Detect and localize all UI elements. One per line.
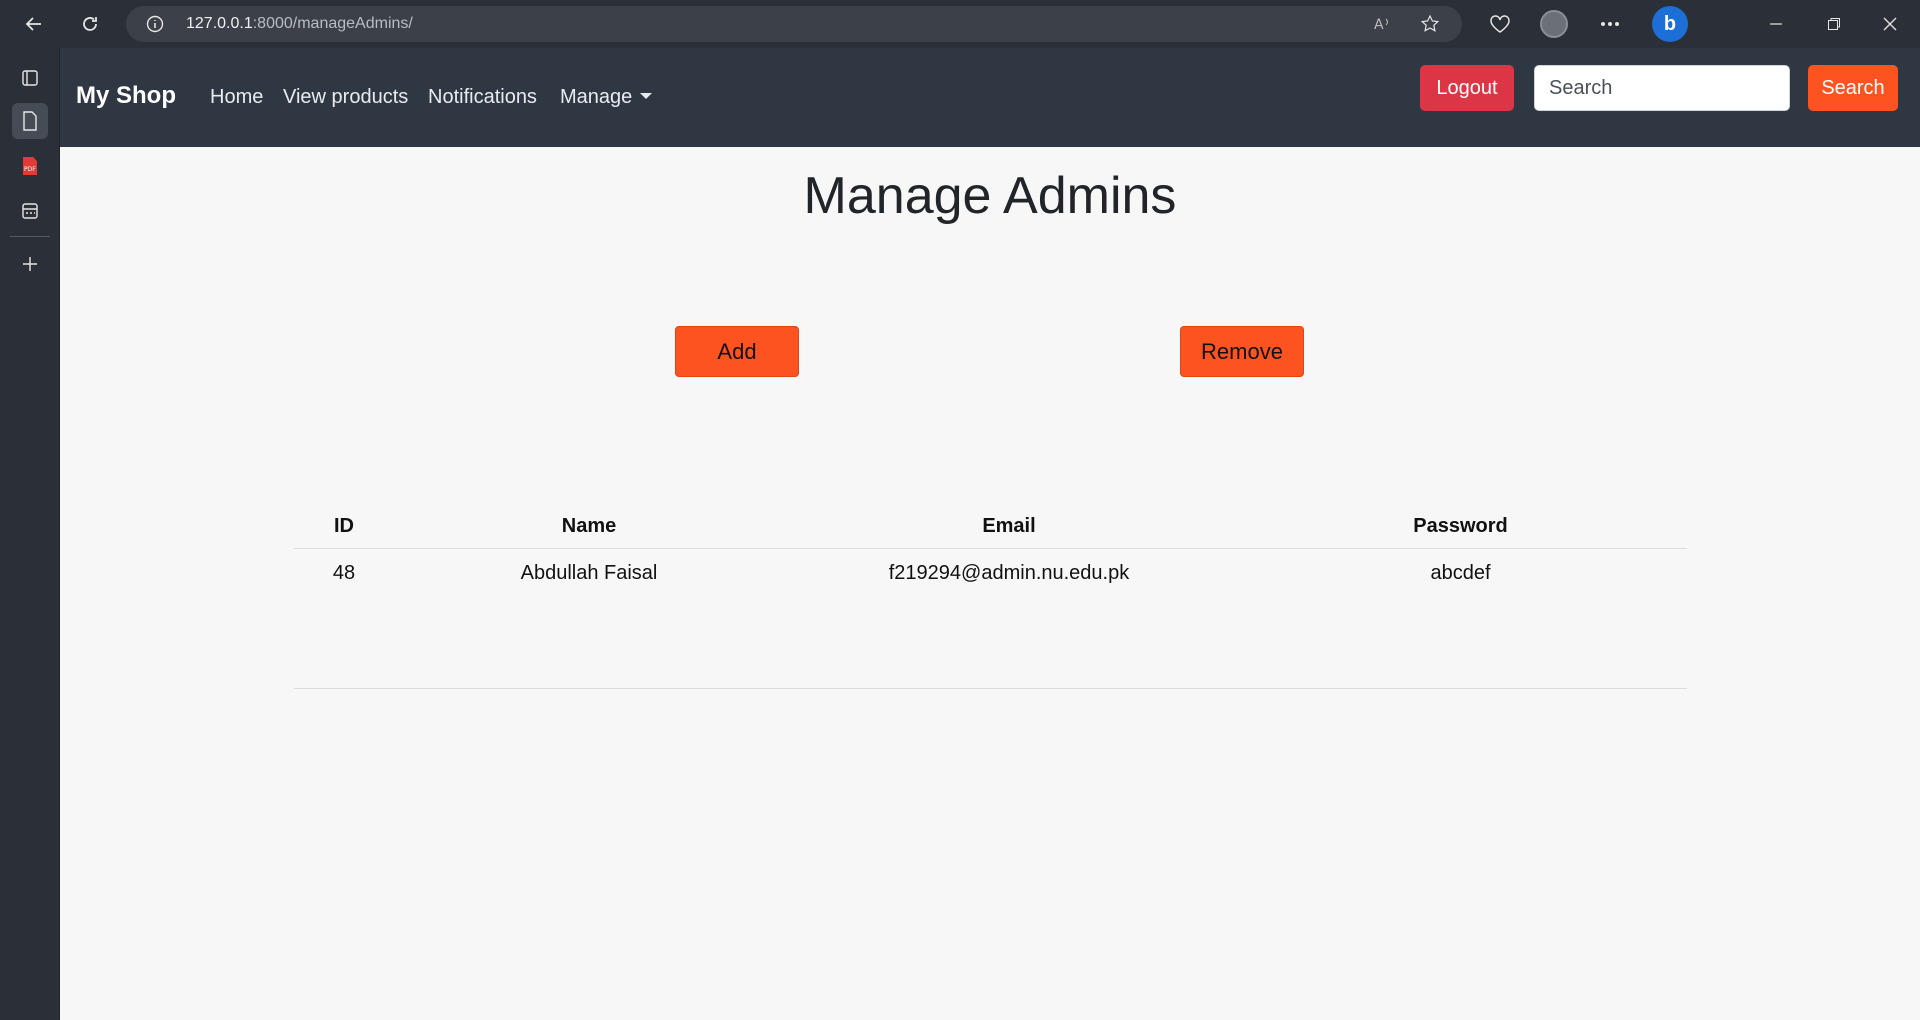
- nav-notifications[interactable]: Notifications: [428, 86, 537, 109]
- brand-logo[interactable]: My Shop: [76, 82, 176, 110]
- app-tab-icon[interactable]: [12, 193, 48, 229]
- url-text: 127.0.0.1:8000/manageAdmins/: [186, 15, 413, 33]
- svg-text:A: A: [1374, 17, 1384, 33]
- column-header-id: ID: [294, 506, 394, 549]
- page-title: Manage Admins: [803, 167, 1177, 225]
- profile-avatar[interactable]: [1538, 8, 1570, 40]
- table-divider: [294, 688, 1687, 689]
- read-aloud-icon[interactable]: A: [1372, 14, 1392, 38]
- favorite-star-icon[interactable]: [1420, 14, 1440, 38]
- browser-toolbar: 127.0.0.1:8000/manageAdmins/ A b: [0, 0, 1920, 48]
- back-icon[interactable]: [18, 8, 50, 40]
- page-tab-icon[interactable]: [12, 103, 48, 139]
- admins-table: ID Name Email Password 48 Abdullah Faisa…: [294, 506, 1687, 598]
- cell-id: 48: [332, 561, 356, 584]
- search-input[interactable]: [1534, 65, 1790, 111]
- logout-button[interactable]: Logout: [1420, 65, 1514, 111]
- add-admin-button[interactable]: Add: [675, 326, 799, 377]
- pdf-tab-icon[interactable]: PDF: [12, 148, 48, 184]
- url-path: :8000/manageAdmins/: [252, 15, 413, 32]
- bing-copilot-icon[interactable]: b: [1650, 4, 1690, 44]
- new-tab-plus-icon[interactable]: [12, 246, 48, 282]
- sidebar-divider: [10, 236, 50, 237]
- tab-actions-icon[interactable]: [12, 60, 48, 96]
- nav-view-products[interactable]: View products: [283, 86, 408, 109]
- table-header-row: ID Name Email Password: [294, 506, 1687, 549]
- nav-home[interactable]: Home: [210, 86, 263, 109]
- browser-essentials-icon[interactable]: [1484, 8, 1516, 40]
- cell-email: f219294@admin.nu.edu.pk: [888, 561, 1130, 584]
- cell-name: Abdullah Faisal: [520, 561, 658, 584]
- svg-text:PDF: PDF: [24, 166, 36, 173]
- nav-manage-label: Manage: [560, 86, 633, 108]
- search-button[interactable]: Search: [1808, 65, 1898, 111]
- info-icon[interactable]: [146, 15, 164, 37]
- nav-manage-dropdown[interactable]: Manage: [560, 86, 653, 109]
- remove-admin-button[interactable]: Remove: [1180, 326, 1304, 377]
- column-header-password: Password: [1234, 506, 1687, 549]
- more-menu-icon[interactable]: [1594, 8, 1626, 40]
- cell-password: abcdef: [1430, 561, 1491, 584]
- column-header-email: Email: [784, 506, 1234, 549]
- close-icon[interactable]: [1874, 8, 1906, 40]
- browser-sidebar: PDF: [0, 48, 60, 1020]
- table-row: 48 Abdullah Faisal f219294@admin.nu.edu.…: [294, 548, 1687, 598]
- chevron-down-icon: [640, 92, 653, 99]
- restore-icon[interactable]: [1818, 8, 1850, 40]
- address-bar[interactable]: 127.0.0.1:8000/manageAdmins/ A: [126, 6, 1462, 42]
- refresh-icon[interactable]: [74, 8, 106, 40]
- minimize-icon[interactable]: [1760, 8, 1792, 40]
- url-host: 127.0.0.1: [186, 15, 253, 32]
- site-navbar: My Shop Home View products Notifications…: [60, 48, 1920, 147]
- column-header-name: Name: [394, 506, 784, 549]
